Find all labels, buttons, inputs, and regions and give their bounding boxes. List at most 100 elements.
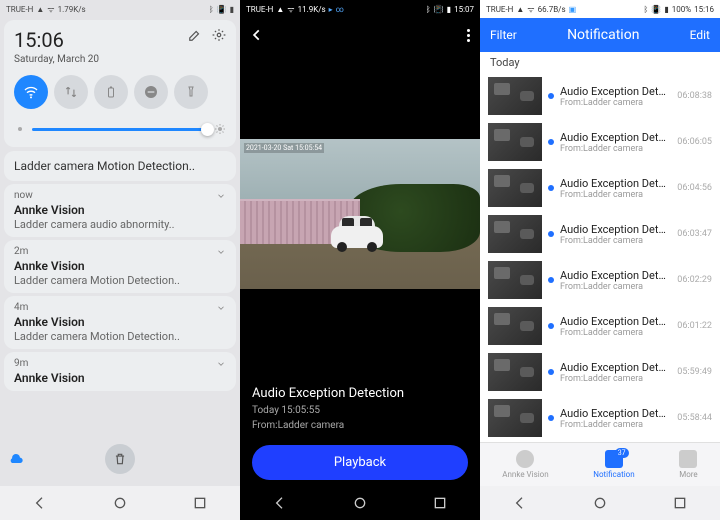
tab-label: Notification xyxy=(593,470,634,479)
dnd-toggle[interactable] xyxy=(134,75,168,109)
chevron-down-icon[interactable] xyxy=(216,191,226,201)
vibrate-icon: 📳 xyxy=(651,5,661,14)
settings-icon[interactable] xyxy=(212,28,226,42)
filter-button[interactable]: Filter xyxy=(490,28,517,42)
notif-body: Ladder camera audio abnormity.. xyxy=(14,218,226,231)
battery-toggle[interactable] xyxy=(94,75,128,109)
status-bar: TRUE-H ▲ ᯤ 11.9K/s ▸ ∞ ᛒ 📳 ▮ 15:07 xyxy=(240,0,480,18)
row-source: From:Ladder camera xyxy=(560,190,671,200)
chevron-down-icon[interactable] xyxy=(216,303,226,313)
chevron-down-icon[interactable] xyxy=(216,247,226,257)
clock-date: Saturday, March 20 xyxy=(14,54,99,65)
row-title: Audio Exception Detecti.. xyxy=(560,223,671,236)
unread-dot-icon xyxy=(548,185,554,191)
tab-label: More xyxy=(679,470,697,479)
notification-item[interactable]: 2m Annke Vision Ladder camera Motion Det… xyxy=(4,240,236,293)
list-item[interactable]: Audio Exception Detecti..From:Ladder cam… xyxy=(480,395,720,441)
row-time: 06:02:29 xyxy=(677,275,712,285)
car-in-frame xyxy=(331,214,383,254)
row-title: Audio Exception Detecti.. xyxy=(560,407,671,420)
wifi-icon: ᯤ xyxy=(527,4,534,15)
row-title: Audio Exception Detecti.. xyxy=(560,85,671,98)
android-nav-bar xyxy=(0,486,240,520)
notif-app: Annke Vision xyxy=(14,203,226,217)
data-toggle[interactable] xyxy=(54,75,88,109)
notification-item[interactable]: 4m Annke Vision Ladder camera Motion Det… xyxy=(4,296,236,349)
thumbnail xyxy=(488,215,542,253)
row-time: 06:01:22 xyxy=(677,321,712,331)
row-time: 06:06:05 xyxy=(677,137,712,147)
vibrate-icon: 📳 xyxy=(217,5,227,14)
unread-dot-icon xyxy=(548,277,554,283)
edit-icon[interactable] xyxy=(188,28,202,42)
grid-icon xyxy=(679,450,697,468)
back-icon[interactable] xyxy=(512,495,528,511)
tab-label: Annke Vision xyxy=(502,470,548,479)
notif-body: Ladder camera Motion Detection.. xyxy=(14,330,226,343)
battery-icon: ▮ xyxy=(447,5,451,14)
notification-item[interactable]: now Annke Vision Ladder camera audio abn… xyxy=(4,184,236,237)
list-item[interactable]: Audio Exception Detecti..From:Ladder cam… xyxy=(480,211,720,257)
unread-dot-icon xyxy=(548,93,554,99)
clear-all-button[interactable] xyxy=(105,444,135,474)
clock-time[interactable]: 15:06 xyxy=(14,28,99,52)
trash-icon xyxy=(113,452,127,466)
flashlight-toggle[interactable] xyxy=(174,75,208,109)
status-time: 15:07 xyxy=(454,5,474,14)
row-source: From:Ladder camera xyxy=(560,236,671,246)
edit-button[interactable]: Edit xyxy=(690,28,710,42)
row-time: 05:59:49 xyxy=(677,367,712,377)
back-icon[interactable] xyxy=(272,495,288,511)
notification-item[interactable]: 9m Annke Vision xyxy=(4,352,236,391)
row-time: 06:04:56 xyxy=(677,183,712,193)
video-timestamp: 2021-03-20 Sat 15:05:54 xyxy=(244,143,324,153)
back-button[interactable] xyxy=(250,28,264,42)
event-title: Audio Exception Detection xyxy=(252,386,468,401)
screen-notification-shade: TRUE-H ▲ ᯤ 1.79K/s ᛒ 📳 ▮ 15:06 Saturday,… xyxy=(0,0,240,520)
wifi-toggle[interactable] xyxy=(14,75,48,109)
row-time: 05:58:44 xyxy=(677,413,712,423)
back-icon[interactable] xyxy=(32,495,48,511)
list-item[interactable]: Audio Exception Detecti..From:Ladder cam… xyxy=(480,349,720,395)
recent-icon[interactable] xyxy=(672,495,688,511)
brightness-high-icon xyxy=(214,123,226,135)
row-title: Audio Exception Detecti.. xyxy=(560,131,671,144)
list-item[interactable]: Audio Exception Detecti..From:Ladder cam… xyxy=(480,257,720,303)
home-icon[interactable] xyxy=(352,495,368,511)
event-source: From:Ladder camera xyxy=(252,420,468,431)
list-item[interactable]: Audio Exception Detecti..From:Ladder cam… xyxy=(480,303,720,349)
bluetooth-icon: ᛒ xyxy=(426,5,431,14)
recent-icon[interactable] xyxy=(432,495,448,511)
row-title: Audio Exception Detecti.. xyxy=(560,269,671,282)
event-time: Today 15:05:55 xyxy=(252,405,468,416)
vibrate-icon: 📳 xyxy=(434,5,444,14)
battery-pct: 100% xyxy=(672,5,691,14)
playback-button[interactable]: Playback xyxy=(252,445,468,480)
recent-icon[interactable] xyxy=(192,495,208,511)
video-preview[interactable]: 2021-03-20 Sat 15:05:54 xyxy=(240,52,480,376)
row-title: Audio Exception Detecti.. xyxy=(560,177,671,190)
carrier-label: TRUE-H xyxy=(246,5,273,14)
unread-dot-icon xyxy=(548,415,554,421)
brightness-slider[interactable] xyxy=(14,123,226,135)
tab-notification[interactable]: 37Notification xyxy=(593,450,634,479)
data-rate: 11.9K/s xyxy=(298,5,326,14)
tab-annke-vision[interactable]: Annke Vision xyxy=(502,450,548,479)
unread-dot-icon xyxy=(548,139,554,145)
more-menu-button[interactable] xyxy=(467,29,470,42)
thumbnail xyxy=(488,123,542,161)
data-rate: 66.7B/s xyxy=(538,5,566,14)
app-header: Filter Notification Edit xyxy=(480,18,720,52)
data-rate: 1.79K/s xyxy=(58,5,86,14)
tab-more[interactable]: More xyxy=(679,450,697,479)
list-item[interactable]: Audio Exception Detecti..From:Ladder cam… xyxy=(480,73,720,119)
home-icon[interactable] xyxy=(112,495,128,511)
list-item[interactable]: Audio Exception Detecti..From:Ladder cam… xyxy=(480,165,720,211)
row-time: 06:03:47 xyxy=(677,229,712,239)
chevron-down-icon[interactable] xyxy=(216,359,226,369)
camera-icon xyxy=(516,450,534,468)
list-item[interactable]: Audio Exception Detecti..From:Ladder cam… xyxy=(480,119,720,165)
notification-group-header[interactable]: Ladder camera Motion Detection.. xyxy=(4,151,236,181)
event-info: Audio Exception Detection Today 15:05:55… xyxy=(240,376,480,439)
home-icon[interactable] xyxy=(592,495,608,511)
